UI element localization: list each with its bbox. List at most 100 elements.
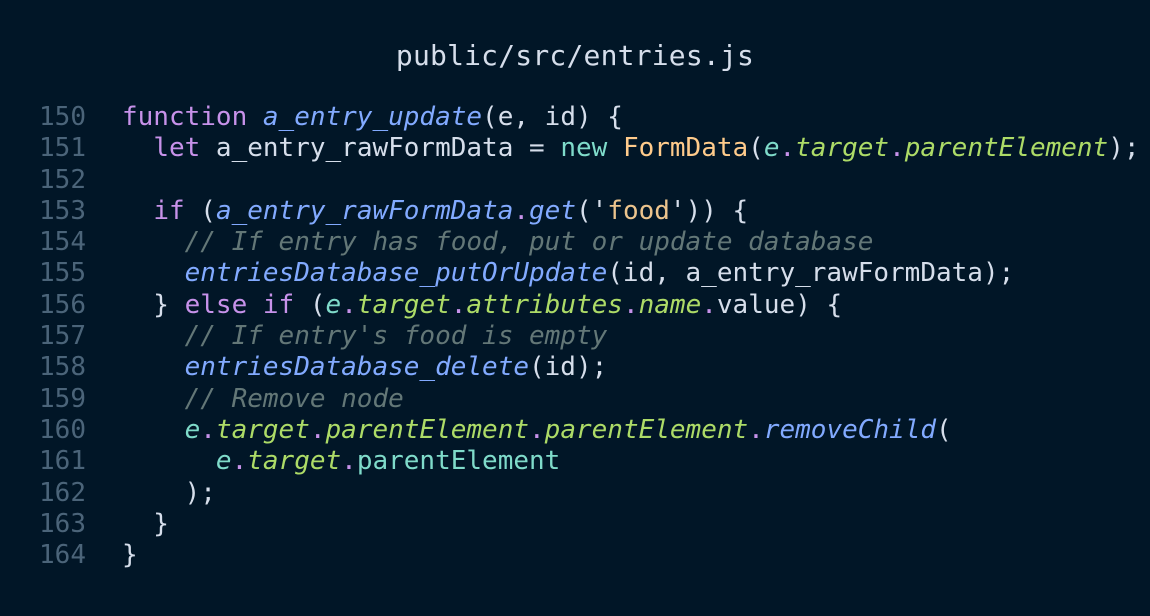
line-code: e.target.parentElement (122, 446, 560, 477)
code-token: ( (748, 133, 764, 164)
code-token: e (763, 133, 780, 164)
code-token: parentElement (904, 133, 1109, 164)
line-code: entriesDatabase_delete(id); (122, 352, 608, 383)
line-code: } else if (e.target.attributes.name.valu… (122, 290, 842, 321)
code-token: new (560, 133, 608, 164)
code-screenshot: public/src/entries.js 150 function a_entr… (0, 0, 1150, 616)
code-token: ); (1108, 133, 1140, 164)
code-token: . (200, 414, 216, 445)
code-token: ')) { (669, 195, 749, 226)
code-token: e (325, 289, 342, 320)
line-code: } (122, 540, 138, 571)
code-token: entriesDatabase_delete (184, 352, 529, 383)
code-line: 152 (0, 165, 1150, 196)
line-number: 158 (39, 352, 86, 383)
line-number: 162 (39, 477, 86, 508)
code-token: name (638, 289, 702, 320)
code-token: function (122, 102, 248, 132)
line-number: 161 (39, 446, 86, 477)
code-token: parentElement (544, 414, 749, 445)
code-token: . (341, 446, 357, 477)
code-token: food (607, 195, 670, 226)
code-token: . (341, 289, 357, 320)
line-code: function a_entry_update(e, id) { (122, 102, 623, 133)
code-line: 158 entriesDatabase_delete(id); (0, 352, 1150, 383)
code-token: a_entry_rawFormData (215, 195, 514, 226)
code-line: 160 e.target.parentElement.parentElement… (0, 415, 1150, 446)
code-line: 159 // Remove node (0, 384, 1150, 415)
line-number: 164 (39, 540, 86, 571)
code-line: 154 // If entry has food, put or update … (0, 227, 1150, 258)
code-token: // Remove node (184, 383, 404, 414)
code-line: 153 if (a_entry_rawFormData.get('food'))… (0, 196, 1150, 227)
code-token: a_entry_update (262, 102, 483, 132)
code-token: // If entry's food is empty (184, 321, 608, 352)
code-line: 162 ); (0, 478, 1150, 509)
code-token: target (247, 446, 342, 477)
code-token: else (184, 289, 248, 320)
code-token: target (356, 289, 451, 320)
code-token: ) { (795, 289, 843, 320)
line-code: // Remove node (122, 384, 404, 415)
code-token: let (153, 133, 201, 164)
code-token: FormData (622, 133, 749, 164)
line-code: ); (122, 478, 216, 509)
code-token: . (309, 414, 326, 445)
file-title: public/src/entries.js (395, 39, 755, 72)
line-number: 159 (39, 383, 86, 414)
line-number: 163 (39, 508, 86, 539)
code-token: } (122, 540, 138, 571)
code-line: 151 let a_entry_rawFormData = new FormDa… (0, 133, 1150, 164)
code-token: if (153, 195, 185, 226)
code-token: e (215, 446, 232, 477)
code-token: if (262, 289, 295, 320)
code-token: . (513, 195, 530, 226)
code-token: a_entry_rawFormData = (200, 133, 561, 164)
line-number: 155 (39, 258, 86, 289)
code-token: parentElement (325, 414, 530, 445)
line-number: 152 (39, 164, 86, 195)
code-token: ( (294, 289, 326, 320)
code-token: // If entry has food, put or update data… (184, 227, 874, 258)
line-code: e.target.parentElement.parentElement.rem… (122, 415, 952, 446)
line-number: 150 (39, 102, 86, 132)
line-number: 151 (39, 133, 86, 164)
line-number: 153 (39, 195, 86, 226)
code-token: (id, a_entry_rawFormData); (607, 258, 1015, 289)
line-code: if (a_entry_rawFormData.get('food')) { (122, 196, 748, 227)
code-token: ); (122, 477, 216, 508)
code-token: (id); (529, 352, 608, 383)
code-token: parentElement (356, 446, 561, 477)
code-line: 163 } (0, 509, 1150, 540)
code-token: . (889, 133, 905, 164)
code-token: . (701, 289, 717, 320)
code-token: ( (936, 414, 952, 445)
code-token: e (184, 414, 201, 445)
code-token: (' (575, 195, 608, 226)
code-token: target (215, 414, 310, 445)
line-number: 154 (39, 227, 86, 258)
line-code: entriesDatabase_putOrUpdate(id, a_entry_… (122, 258, 1015, 289)
code-line: 156 } else if (e.target.attributes.name.… (0, 290, 1150, 321)
code-block: 150 function a_entry_update(e, id) {151 l… (0, 102, 1150, 571)
code-line: 157 // If entry's food is empty (0, 321, 1150, 352)
code-line: 161 e.target.parentElement (0, 446, 1150, 477)
line-code: } (122, 509, 169, 540)
code-token: . (450, 289, 467, 320)
line-number: 156 (39, 289, 86, 320)
code-token: removeChild (763, 414, 937, 445)
code-token: ( (184, 195, 216, 226)
code-token: . (231, 446, 248, 477)
code-token: target (795, 133, 890, 164)
code-token: . (529, 414, 545, 445)
line-code: // If entry has food, put or update data… (122, 227, 874, 258)
code-line: 155 entriesDatabase_putOrUpdate(id, a_en… (0, 258, 1150, 289)
